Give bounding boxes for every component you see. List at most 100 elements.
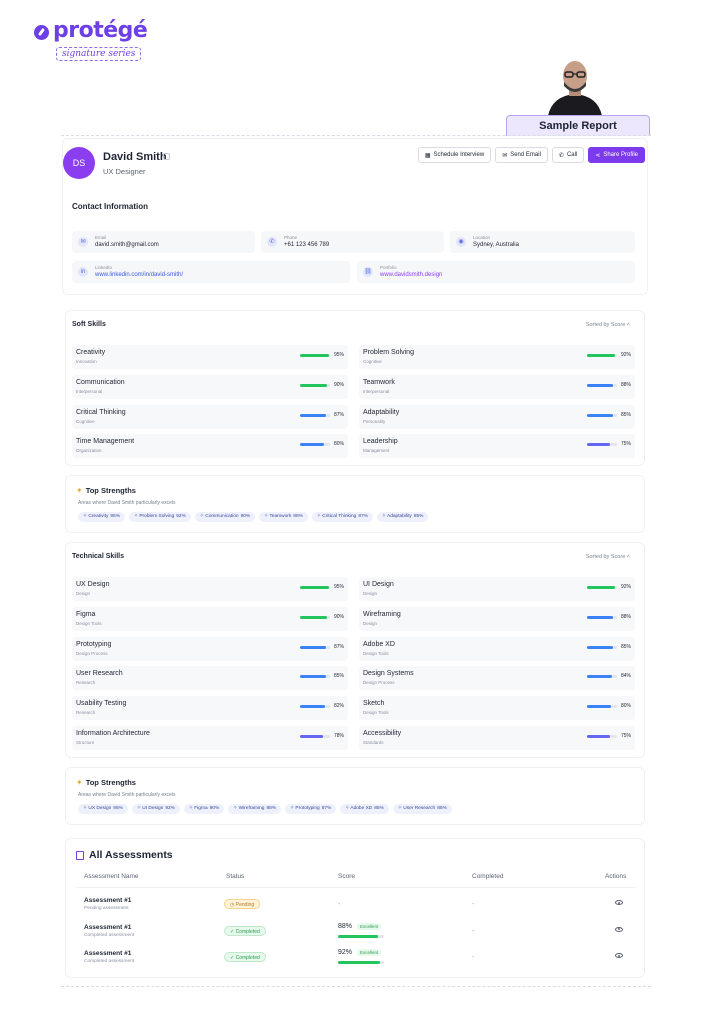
completed-date: - — [472, 954, 475, 961]
skill-progress-fill — [300, 443, 324, 447]
skill-percent: 88% — [621, 613, 632, 620]
column-header: Status — [226, 873, 245, 880]
skill-progress-fill — [587, 615, 614, 619]
status-label: Completed — [235, 955, 260, 961]
table-row: Assessment #1 Completed assessment ✓ Compl… — [66, 946, 646, 972]
skill-percent: 82% — [334, 703, 345, 710]
skill-name: Usability Testing — [76, 700, 127, 708]
contact-portfolio[interactable]: ⛓ Portfolio www.davidsmith.design — [357, 261, 635, 283]
contact-email[interactable]: ✉ Email david.smith@gmail.com — [72, 231, 255, 253]
assessment-subtitle: Completed assessment — [84, 959, 135, 964]
skill-category: Research — [76, 710, 96, 716]
skill-progress-fill — [587, 675, 613, 679]
skill-name: Time Management — [76, 438, 135, 446]
technical-skills-sort[interactable]: Sorted by Score ˄ — [586, 554, 630, 560]
skill-category: Interpersonal — [76, 388, 103, 394]
view-icon[interactable] — [615, 926, 623, 932]
assessment-subtitle: Pending assessment — [84, 906, 129, 911]
skill-percent: 78% — [334, 733, 345, 739]
chip-label: UX Design — [88, 806, 112, 811]
assessment-subtitle: Completed assessment — [84, 932, 135, 938]
skill-name: Prototyping — [76, 640, 112, 648]
contact-label: Location — [473, 235, 491, 240]
skill-row: User Research Research 85% — [72, 666, 348, 691]
share-profile-label: Share Profile — [603, 152, 638, 158]
view-icon[interactable] — [615, 953, 623, 958]
contact-phone[interactable]: ✆ Phone +61 123 456 789 — [261, 231, 444, 253]
chip-percent: 92% — [176, 514, 186, 519]
skill-name: Figma — [76, 610, 96, 618]
skill-name: Creativity — [76, 349, 106, 356]
sparkle-icon: ✦ — [76, 486, 83, 495]
profile-card: DS David Smith UX Designer ▦ Schedule Int… — [62, 138, 648, 295]
skill-progress-track — [587, 383, 617, 387]
status-badge: ✓ Completed — [224, 925, 266, 936]
strengths-title-text: Top Strengths — [85, 486, 136, 495]
send-email-label: Send Email — [510, 152, 541, 158]
skill-row: Leadership Management 75% — [359, 434, 635, 459]
contact-label: Email — [95, 235, 107, 240]
skill-progress-track — [587, 675, 617, 679]
skill-progress-track — [300, 615, 330, 619]
skill-category: Design Process — [363, 680, 395, 686]
strengths-subtitle: Areas where David Smith particularly exc… — [78, 792, 176, 798]
schedule-interview-button[interactable]: ▦ Schedule Interview — [417, 147, 492, 163]
skill-percent: 92% — [621, 584, 632, 590]
skill-category: Standards — [363, 740, 384, 745]
strength-chip: ✧ UX Design 95% — [78, 804, 128, 814]
contact-value: david.smith@gmail.com — [95, 242, 159, 248]
contact-label: Phone — [284, 235, 298, 240]
skill-category: Design Tools — [363, 650, 389, 656]
skill-row: Teamwork Interpersonal 88% — [359, 374, 635, 399]
skill-name: Critical Thinking — [76, 408, 126, 416]
chip-percent: 87% — [358, 514, 368, 519]
chip-percent: 88% — [293, 514, 303, 519]
soft-skills-sort[interactable]: Sorted by Score ˄ — [586, 322, 630, 328]
call-label: Call — [566, 152, 578, 158]
call-button[interactable]: ✆ Call — [551, 147, 585, 163]
strength-chip: ✧ Teamwork 88% — [259, 512, 308, 522]
chip-label: Problem Solving — [139, 514, 175, 519]
send-email-button[interactable]: ✉ Send Email — [495, 147, 548, 163]
portfolio-link[interactable]: www.davidsmith.design — [380, 272, 442, 278]
soft-top-strengths: ✦ Top Strengths Areas where David Smith p… — [65, 475, 645, 533]
chip-percent: 85% — [413, 514, 424, 519]
sort-label: Sorted by Score — [585, 554, 626, 560]
skill-name: Wireframing — [363, 610, 401, 618]
linkedin-link[interactable]: www.linkedin.com/in/david-smith/ — [95, 272, 183, 278]
assessments-title-text: All Assessments — [89, 849, 173, 861]
chip-label: Communication — [205, 514, 239, 519]
skill-progress-track — [300, 383, 330, 387]
assessment-name: Assessment #1 — [84, 897, 132, 904]
skill-progress-fill — [300, 705, 325, 709]
skill-row: Usability Testing Research 82% — [72, 696, 348, 721]
chip-percent: 85% — [437, 806, 447, 811]
skill-row: Accessibility Standards 75% — [359, 726, 635, 750]
link-icon: ⛓ — [363, 267, 373, 277]
skill-progress-track — [300, 735, 330, 738]
skill-name: UX Design — [76, 581, 110, 588]
chip-percent: 88% — [266, 806, 277, 811]
chip-label: Adaptability — [387, 514, 412, 519]
logo-mark-icon — [34, 25, 49, 40]
skill-category: Organization — [76, 448, 102, 454]
strength-chip: ✧ Communication 90% — [194, 512, 256, 522]
skill-row: Adaptability Personality 85% — [359, 404, 635, 429]
share-profile-button[interactable]: ⋖ Share Profile — [588, 147, 645, 163]
chip-label: Figma — [194, 806, 208, 811]
skill-category: Interpersonal — [363, 388, 390, 394]
contact-linkedin[interactable]: in LinkedIn www.linkedin.com/in/david-sm… — [72, 261, 350, 283]
skill-row: Communication Interpersonal 90% — [72, 374, 348, 399]
strength-chip: ✧ Wireframing 88% — [228, 804, 282, 814]
skill-percent: 92% — [621, 352, 632, 358]
skill-percent: 87% — [334, 411, 345, 418]
table-row: Assessment #1 Pending assessment ◷ Pending… — [66, 893, 646, 919]
skill-percent: 95% — [334, 352, 345, 358]
skill-category: Design Tools — [363, 710, 389, 716]
chip-percent: 85% — [374, 806, 384, 811]
skill-progress-fill — [300, 586, 329, 589]
strengths-title: ✦ Top Strengths — [76, 778, 136, 787]
chip-label: Critical Thinking — [322, 514, 357, 519]
brand-logo: protégé signature series — [34, 18, 148, 61]
view-icon[interactable] — [615, 900, 623, 905]
